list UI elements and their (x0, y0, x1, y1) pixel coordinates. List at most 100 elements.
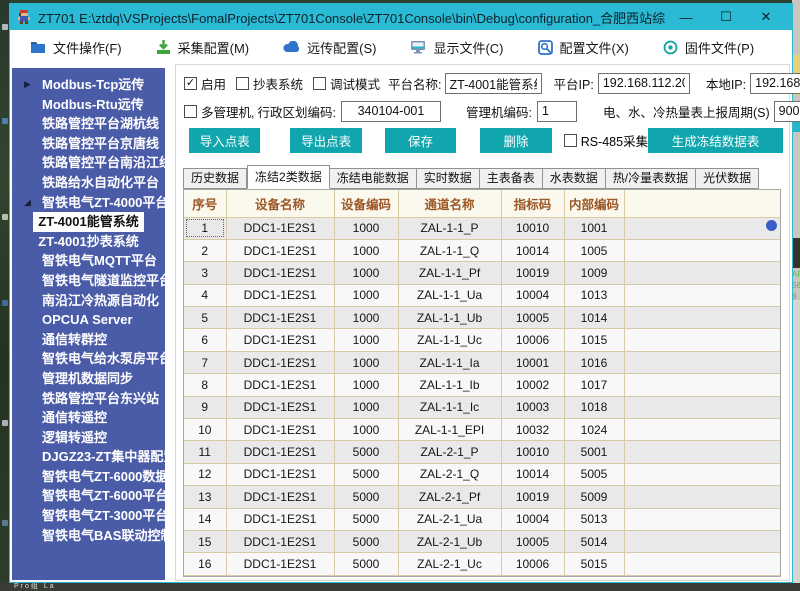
sidebar-item[interactable]: 智铁电气MQTT平台 (12, 251, 165, 271)
grid-cell[interactable]: ZAL-1-1_Q (397, 238, 502, 263)
grid-cell[interactable]: 10001 (500, 350, 565, 375)
grid-cell[interactable]: 3 (184, 261, 227, 285)
toolbar-item-2[interactable]: 采集配置(M) (156, 38, 249, 57)
period-electric-input[interactable] (773, 100, 800, 122)
grid-cell[interactable]: DDC1-1E2S1 (225, 462, 335, 487)
tab-历史数据[interactable]: 历史数据 (183, 168, 248, 189)
titlebar[interactable]: ZT701 E:\ztdq\VSProjects\FomalProjects\Z… (10, 4, 792, 30)
grid-cell[interactable] (623, 283, 780, 308)
grid-cell[interactable]: 10010 (500, 216, 565, 240)
grid-cell[interactable]: DDC1-1E2S1 (225, 440, 335, 464)
grid-cell[interactable]: 10006 (500, 552, 565, 576)
grid-cell[interactable] (623, 328, 780, 352)
grid-cell[interactable] (623, 306, 780, 330)
grid-cell[interactable]: 5014 (563, 529, 625, 554)
sidebar-item[interactable]: Modbus-Rtu远传 (12, 95, 165, 115)
grid-cell[interactable]: ZAL-2-1_Pf (397, 485, 502, 509)
sidebar-item[interactable]: OPCUA Server (12, 310, 165, 330)
grid-cell[interactable]: DDC1-1E2S1 (225, 418, 335, 442)
grid-scroll-marker[interactable] (766, 220, 777, 231)
delete-button[interactable]: 删除 (480, 128, 552, 153)
sidebar-item[interactable]: 通信转遥控 (12, 408, 165, 428)
grid-cell[interactable]: 4 (184, 283, 227, 308)
grid-cell[interactable]: 10006 (500, 328, 565, 352)
grid-cell[interactable]: 1000 (333, 306, 399, 330)
tree-expanded-icon[interactable]: ◢ (24, 193, 31, 213)
grid-cell[interactable]: ZAL-2-1_Q (397, 462, 502, 487)
grid-cell[interactable]: 1000 (333, 261, 399, 285)
grid-cell[interactable]: 5000 (333, 462, 399, 487)
tab-实时数据[interactable]: 实时数据 (416, 168, 480, 189)
grid-cell[interactable] (623, 440, 780, 464)
grid-cell[interactable]: 10003 (500, 395, 565, 420)
sidebar-item[interactable]: ZT-4001抄表系统 (12, 232, 165, 252)
tab-冻结电能数据[interactable]: 冻结电能数据 (329, 168, 417, 189)
grid-cell[interactable] (623, 507, 780, 531)
grid-cell[interactable]: 12 (184, 462, 227, 487)
grid-cell[interactable]: 11 (184, 440, 227, 464)
grid-column-header[interactable]: 通道名称 (397, 190, 502, 218)
grid-cell[interactable]: 5000 (333, 440, 399, 464)
toolbar-item-1[interactable]: 文件操作(F) (30, 38, 122, 57)
grid-cell[interactable]: 10019 (500, 485, 565, 509)
grid-cell[interactable]: 10014 (500, 462, 565, 487)
grid-cell[interactable] (623, 395, 780, 420)
grid-cell[interactable]: 10005 (500, 306, 565, 330)
grid-cell[interactable] (623, 462, 780, 487)
grid-cell[interactable]: 1014 (563, 306, 625, 330)
grid-cell[interactable]: 10 (184, 418, 227, 442)
grid-cell[interactable] (623, 373, 780, 397)
sidebar-item[interactable]: 智铁电气隧道监控平台 (12, 271, 172, 291)
grid-cell[interactable]: ZAL-1-1_Ua (397, 283, 502, 308)
sidebar-item[interactable]: ZT-4001能管系统 (12, 212, 165, 232)
grid-cell[interactable]: 5009 (563, 485, 625, 509)
grid-cell[interactable]: 5005 (563, 462, 625, 487)
grid-cell[interactable] (623, 238, 780, 263)
grid-cell[interactable]: 10032 (500, 418, 565, 442)
grid-cell[interactable]: 10014 (500, 238, 565, 263)
grid-cell[interactable]: 5000 (333, 529, 399, 554)
sidebar-item[interactable]: ▶ Modbus-Tcp远传 (12, 75, 165, 95)
grid-cell[interactable]: 1000 (333, 395, 399, 420)
grid-cell[interactable]: DDC1-1E2S1 (225, 529, 335, 554)
grid-cell[interactable]: DDC1-1E2S1 (225, 395, 335, 420)
grid-cell[interactable]: 5000 (333, 507, 399, 531)
sidebar-item[interactable]: DJGZ23-ZT集中器配置 (12, 447, 176, 467)
grid-cell[interactable] (623, 529, 780, 554)
sidebar-item[interactable]: 逻辑转遥控 (12, 428, 165, 448)
grid-cell[interactable]: DDC1-1E2S1 (225, 306, 335, 330)
sidebar-item[interactable]: 铁路管控平台东兴站 (12, 389, 165, 409)
grid-column-header[interactable]: 内部编码 (563, 190, 625, 218)
grid-column-header[interactable]: 序号 (184, 190, 227, 218)
sidebar-item[interactable]: 通信转群控 (12, 330, 165, 350)
sidebar-item[interactable]: ◢ 智铁电气ZT-4000平台 (12, 193, 168, 213)
save-button[interactable]: 保存 (384, 128, 457, 153)
grid-cell[interactable]: ZAL-1-1_Ia (397, 350, 502, 375)
tab-光伏数据[interactable]: 光伏数据 (696, 168, 760, 189)
toolbar-item-4[interactable]: 显示文件(C) (410, 38, 504, 57)
sidebar-item[interactable]: 铁路管控平台湖杭线 (12, 114, 165, 134)
grid-cell[interactable]: ZAL-1-1_Ib (397, 373, 502, 397)
grid-cell[interactable]: ZAL-1-1_Uc (397, 328, 502, 352)
grid-cell[interactable] (623, 418, 780, 442)
grid-cell[interactable]: 1 (184, 216, 227, 240)
grid-cell[interactable]: 1000 (333, 373, 399, 397)
grid-cell[interactable]: 7 (184, 350, 227, 375)
grid-cell[interactable]: ZAL-1-1_P (397, 216, 502, 240)
grid-cell[interactable]: 9 (184, 395, 227, 420)
grid-cell[interactable] (623, 552, 780, 576)
grid-cell[interactable] (623, 350, 780, 375)
import-points-button[interactable]: 导入点表 (189, 128, 261, 153)
grid-cell[interactable] (623, 216, 780, 240)
grid-cell[interactable]: 6 (184, 328, 227, 352)
sidebar-item[interactable]: 铁路管控平台南沿江线 (12, 153, 172, 173)
multi-manager-checkbox[interactable] (184, 104, 197, 118)
grid-cell[interactable]: ZAL-2-1_Uc (397, 552, 502, 576)
grid-cell[interactable]: 1018 (563, 395, 625, 420)
platform-name-input[interactable] (444, 72, 542, 94)
grid-cell[interactable]: 1009 (563, 261, 625, 285)
grid-column-header[interactable] (623, 190, 780, 218)
generate-frozen-table-button[interactable]: 生成冻结数据表 (648, 128, 783, 153)
grid-cell[interactable]: DDC1-1E2S1 (225, 350, 335, 375)
grid-cell[interactable]: ZAL-1-1_Pf (397, 261, 502, 285)
